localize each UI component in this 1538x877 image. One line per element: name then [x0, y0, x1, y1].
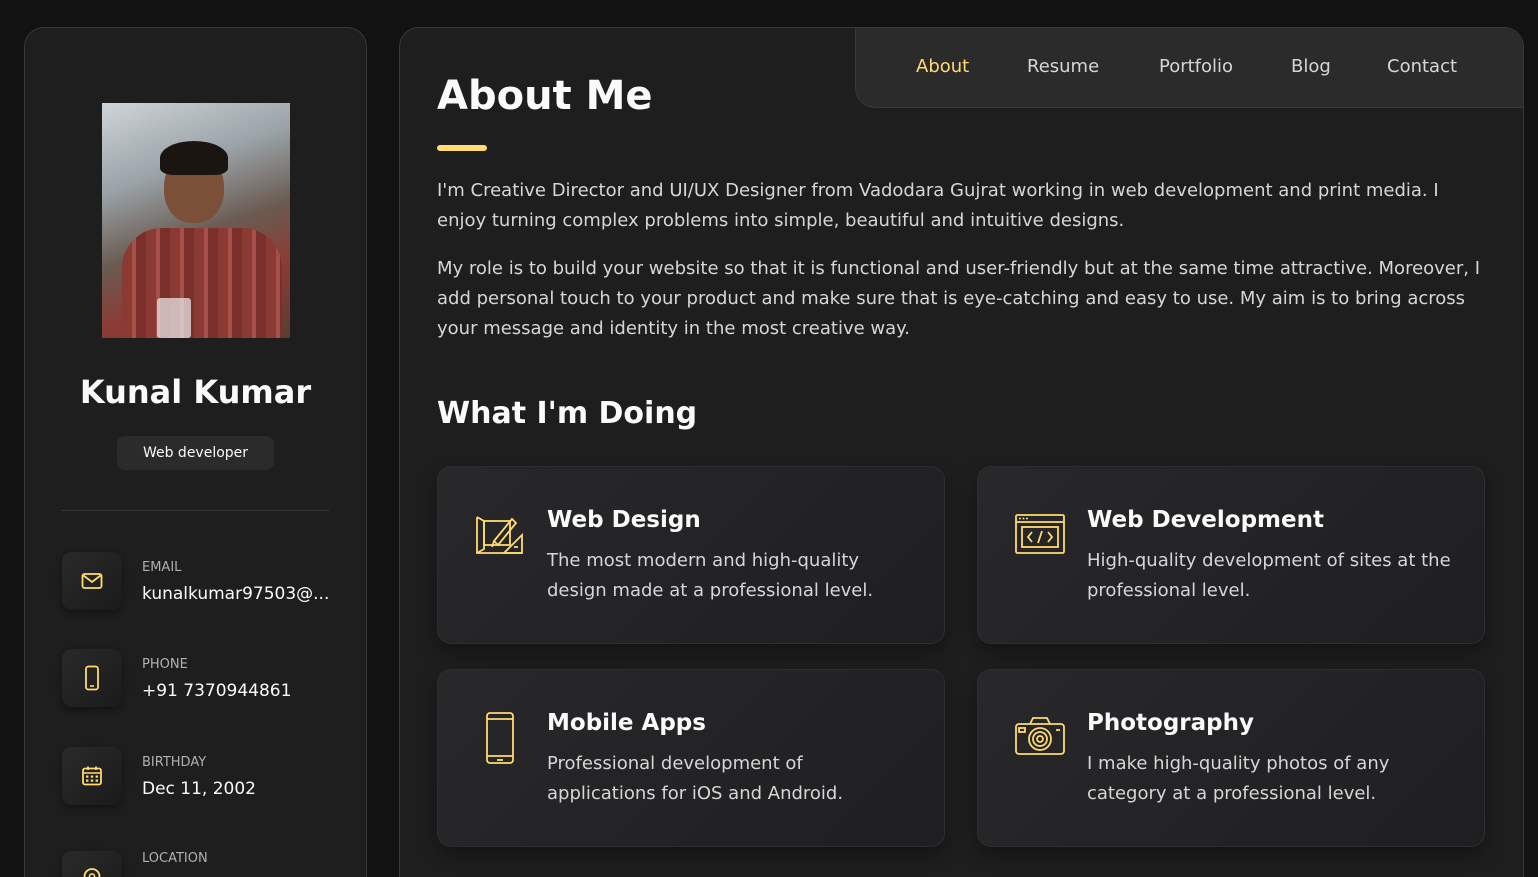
service-title: Web Design	[547, 507, 701, 533]
nav-contact[interactable]: Contact	[1387, 56, 1457, 77]
code-icon	[1015, 514, 1065, 554]
calendar-icon	[62, 747, 122, 805]
nav-about[interactable]: About	[916, 56, 969, 77]
profile-title-badge: Web developer	[117, 436, 274, 470]
profile-name: Kunal Kumar	[79, 373, 312, 411]
contact-phone: PHONE +91 7370944861	[62, 649, 342, 709]
camera-icon	[1015, 717, 1065, 755]
mobile-icon	[486, 712, 514, 764]
service-text: The most modern and high-quality design …	[547, 550, 874, 601]
service-card-web-development: Web Development High-quality development…	[977, 466, 1485, 644]
about-paragraph: I'm Creative Director and UI/UX Designer…	[437, 180, 1439, 231]
contact-email: EMAIL kunalkumar97503@...	[62, 552, 342, 612]
nav-resume[interactable]: Resume	[1027, 56, 1099, 77]
design-icon	[476, 516, 523, 554]
service-title: Mobile Apps	[547, 710, 706, 736]
avatar	[102, 103, 290, 338]
nav-portfolio[interactable]: Portfolio	[1159, 56, 1233, 77]
service-text: High-quality development of sites at the…	[1087, 550, 1451, 601]
sidebar: Kunal Kumar Web developer EMAIL kunalkum…	[24, 27, 367, 877]
service-title: Web Development	[1087, 507, 1324, 533]
contact-birthday: BIRTHDAY Dec 11, 2002	[62, 747, 342, 807]
phone-link[interactable]: +91 7370944861	[142, 681, 291, 701]
main-content: About Resume Portfolio Blog Contact Abou…	[399, 27, 1524, 877]
service-text: I make high-quality photos of any catego…	[1087, 753, 1390, 804]
nav-blog[interactable]: Blog	[1291, 56, 1331, 77]
location-icon	[62, 851, 122, 877]
service-card-mobile-apps: Mobile Apps Professional development of …	[437, 669, 945, 847]
service-card-photography: Photography I make high-quality photos o…	[977, 669, 1485, 847]
separator	[62, 510, 329, 511]
page-title: About Me	[437, 73, 653, 119]
phone-icon	[62, 649, 122, 707]
service-title: Photography	[1087, 710, 1254, 736]
email-link[interactable]: kunalkumar97503@...	[142, 584, 329, 604]
contact-location: LOCATION	[62, 843, 342, 877]
contact-label: EMAIL	[142, 560, 182, 575]
contact-label: BIRTHDAY	[142, 755, 207, 770]
service-card-web-design: Web Design The most modern and high-qual…	[437, 466, 945, 644]
contact-label: LOCATION	[142, 851, 208, 866]
birthday-value: Dec 11, 2002	[142, 779, 257, 799]
about-paragraph: My role is to build your website so that…	[437, 258, 1481, 339]
section-title: What I'm Doing	[437, 396, 698, 431]
mail-icon	[62, 552, 122, 610]
navbar: About Resume Portfolio Blog Contact	[855, 28, 1523, 108]
contact-label: PHONE	[142, 657, 188, 672]
title-underline	[437, 145, 487, 151]
service-text: Professional development of applications…	[547, 753, 844, 804]
